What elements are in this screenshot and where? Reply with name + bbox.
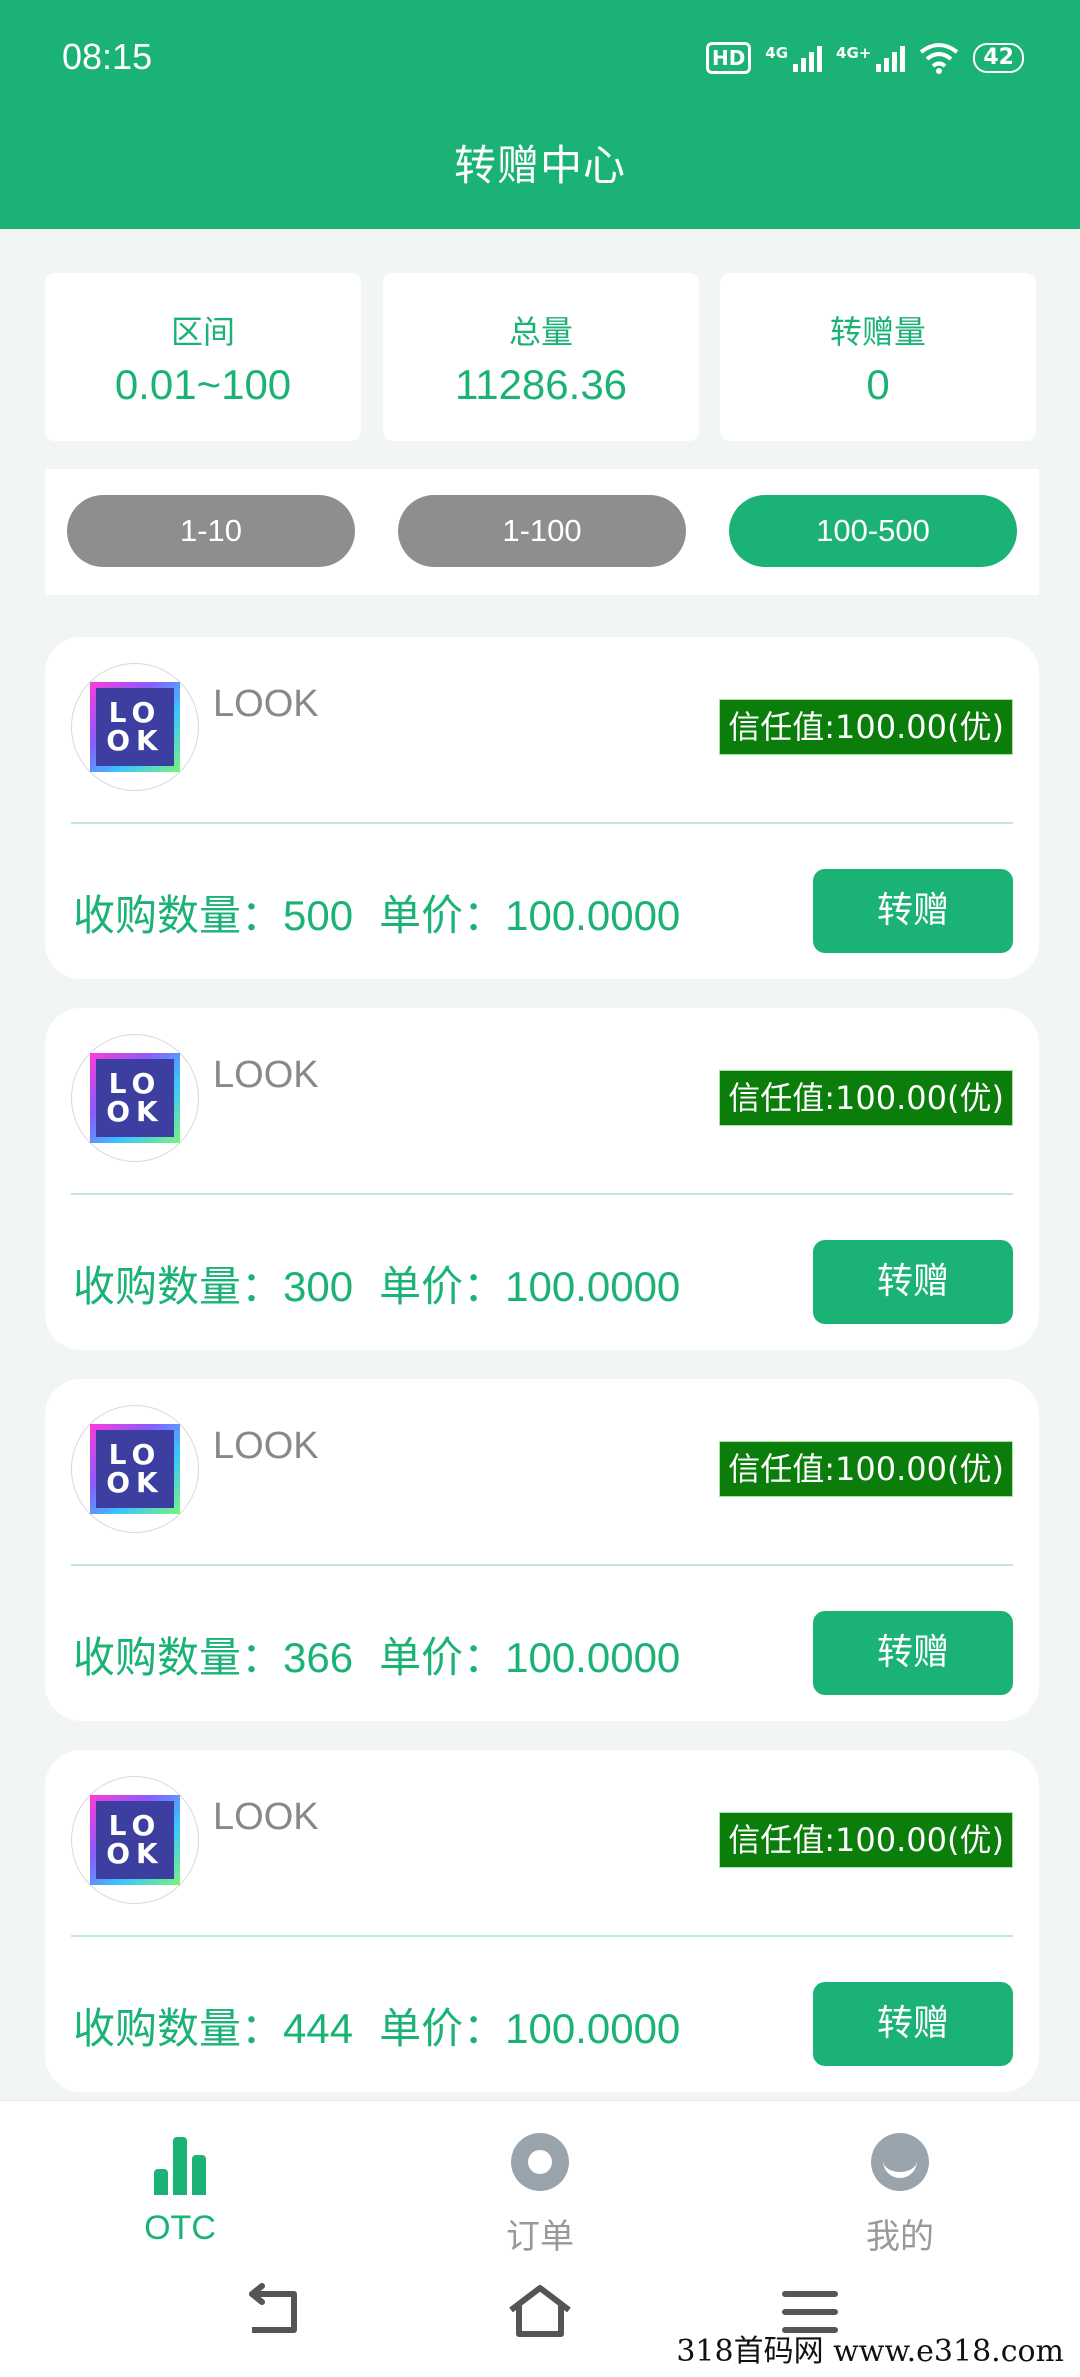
- stat-label: 总量: [508, 313, 573, 351]
- price-label: 单价：: [379, 1633, 506, 1682]
- price-label: 单价：: [379, 891, 506, 940]
- quantity-value: 500: [283, 892, 354, 939]
- tab-label: OTC: [144, 2209, 216, 2247]
- transfer-button[interactable]: 转赠: [813, 1240, 1013, 1324]
- filter-pill-1-10[interactable]: 1-10: [67, 495, 355, 567]
- signal-icon: 4G: [765, 44, 823, 72]
- quantity-label: 收购数量：: [73, 2004, 284, 2053]
- status-icons: HD 4G 4G+ 42: [705, 36, 1024, 80]
- home-icon[interactable]: [505, 2282, 575, 2342]
- tab-otc[interactable]: OTC: [80, 2115, 280, 2248]
- quantity-value: 444: [283, 2005, 354, 2052]
- filter-bar: 1-10 1-100 100-500: [45, 469, 1039, 595]
- merchant-name: LOOK: [213, 683, 319, 725]
- stat-total: 总量 11286.36: [383, 273, 699, 441]
- wifi-icon: [920, 43, 959, 74]
- look-logo: LOOK: [90, 1424, 180, 1514]
- divider: [71, 1935, 1013, 1937]
- offer-info: 收购数量：300 单价：100.0000: [73, 1253, 680, 1314]
- watermark: 318首码网 www.e318.com: [676, 2334, 1064, 2369]
- stat-range: 区间 0.01~100: [45, 273, 361, 441]
- offer-card: LOOK LOOK 信任值:100.00(优) 收购数量：300 单价：100.0…: [45, 1008, 1039, 1350]
- battery-icon: 42: [973, 43, 1024, 73]
- divider: [71, 1564, 1013, 1566]
- stat-label: 区间: [170, 313, 235, 351]
- trust-badge: 信任值:100.00(优): [719, 1812, 1013, 1868]
- transfer-button[interactable]: 转赠: [813, 1611, 1013, 1695]
- filter-pill-100-500[interactable]: 100-500: [729, 495, 1017, 567]
- avatar: LOOK: [71, 1034, 199, 1162]
- look-logo: LOOK: [90, 682, 180, 772]
- offer-card: LOOK LOOK 信任值:100.00(优) 收购数量：444 单价：100.0…: [45, 1750, 1039, 2092]
- price-value: 100.0000: [505, 1634, 681, 1681]
- price-value: 100.0000: [505, 1263, 681, 1310]
- divider: [71, 822, 1013, 824]
- offer-info: 收购数量：444 单价：100.0000: [73, 1995, 680, 2056]
- back-icon[interactable]: [238, 2282, 308, 2342]
- tab-label: 订单: [506, 2217, 574, 2257]
- stat-value: 0.01~100: [114, 361, 292, 408]
- quantity-value: 300: [283, 1263, 354, 1310]
- divider: [71, 1193, 1013, 1195]
- merchant-name: LOOK: [213, 1054, 319, 1096]
- offer-card: LOOK LOOK 信任值:100.00(优) 收购数量：366 单价：100.0…: [45, 1379, 1039, 1721]
- price-value: 100.0000: [505, 2005, 681, 2052]
- profile-icon: [871, 2133, 929, 2191]
- avatar: LOOK: [71, 1776, 199, 1904]
- tab-orders[interactable]: 订单: [440, 2115, 640, 2258]
- signal-icon-2: 4G+: [836, 44, 906, 72]
- tab-label: 我的: [866, 2217, 934, 2257]
- price-label: 单价：: [379, 2004, 506, 2053]
- quantity-label: 收购数量：: [73, 1633, 284, 1682]
- price-value: 100.0000: [505, 892, 681, 939]
- stat-label: 转赠量: [829, 313, 926, 351]
- stat-value: 11286.36: [454, 361, 628, 408]
- order-icon: [511, 2133, 569, 2191]
- tab-profile[interactable]: 我的: [800, 2115, 1000, 2258]
- page-title: 转赠中心: [453, 141, 626, 190]
- status-time: 08:15: [62, 36, 153, 77]
- quantity-label: 收购数量：: [73, 891, 284, 940]
- look-logo: LOOK: [90, 1053, 180, 1143]
- merchant-name: LOOK: [213, 1796, 319, 1838]
- offer-card: LOOK LOOK 信任值:100.00(优) 收购数量：500 单价：100.0…: [45, 637, 1039, 979]
- transfer-button[interactable]: 转赠: [813, 869, 1013, 953]
- stat-transferred: 转赠量 0: [720, 273, 1036, 441]
- hd-icon: HD: [705, 42, 752, 74]
- stat-value: 0: [866, 361, 890, 408]
- app-header: 08:15 HD 4G 4G+ 42 转赠中心: [0, 0, 1080, 229]
- quantity-value: 366: [283, 1634, 354, 1681]
- avatar: LOOK: [71, 663, 199, 791]
- offer-info: 收购数量：500 单价：100.0000: [73, 882, 680, 943]
- filter-pill-1-100[interactable]: 1-100: [398, 495, 686, 567]
- offer-info: 收购数量：366 单价：100.0000: [73, 1624, 680, 1685]
- avatar: LOOK: [71, 1405, 199, 1533]
- trust-badge: 信任值:100.00(优): [719, 1070, 1013, 1126]
- merchant-name: LOOK: [213, 1425, 319, 1467]
- bar-chart-icon: [154, 2135, 206, 2195]
- price-label: 单价：: [379, 1262, 506, 1311]
- look-logo: LOOK: [90, 1795, 180, 1885]
- trust-badge: 信任值:100.00(优): [719, 699, 1013, 755]
- transfer-button[interactable]: 转赠: [813, 1982, 1013, 2066]
- trust-badge: 信任值:100.00(优): [719, 1441, 1013, 1497]
- quantity-label: 收购数量：: [73, 1262, 284, 1311]
